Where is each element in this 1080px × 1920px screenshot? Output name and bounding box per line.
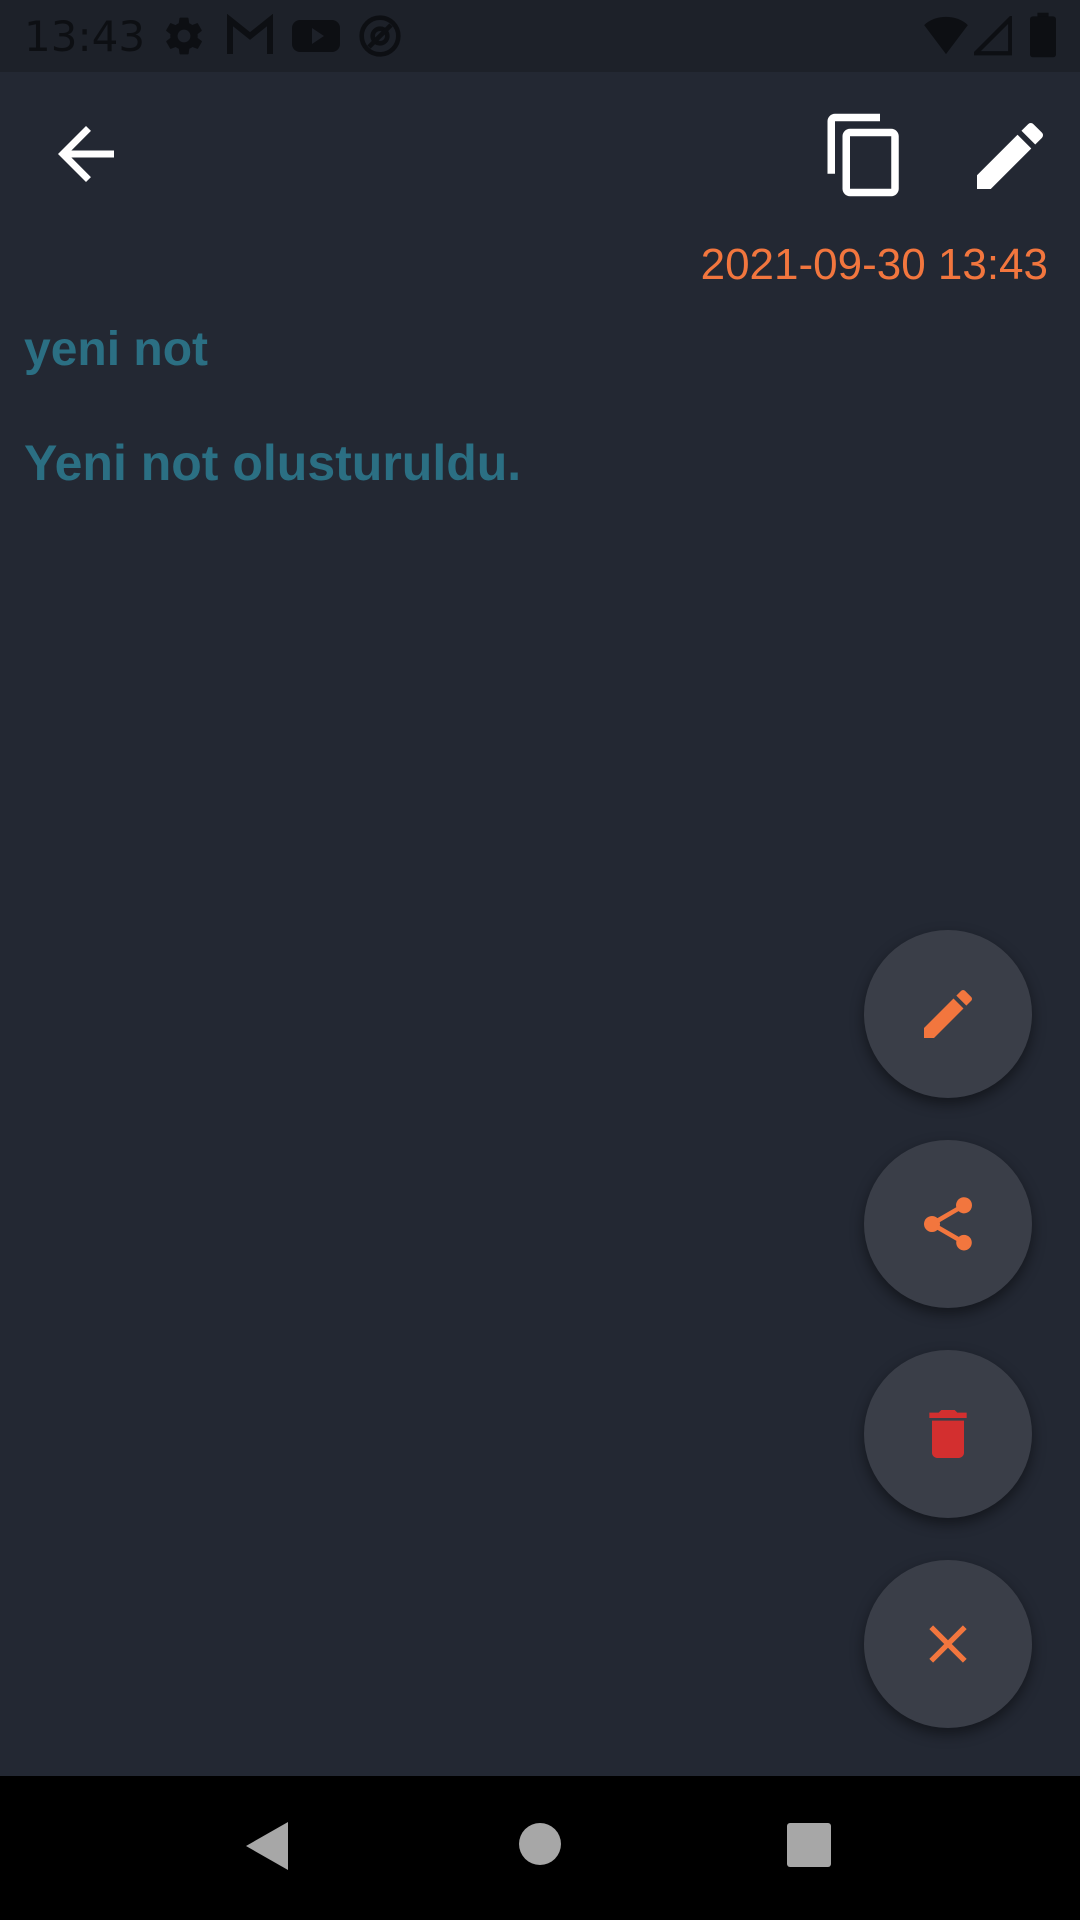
note-title: yeni not <box>24 323 209 376</box>
note-timestamp: 2021-09-30 13:43 <box>700 240 1048 289</box>
close-icon <box>929 1625 967 1663</box>
share-fab[interactable] <box>864 1140 1032 1308</box>
status-bar: 13:43 <box>0 0 1080 72</box>
share-icon <box>923 1197 973 1251</box>
arrow-left-icon <box>58 126 114 182</box>
trash-icon <box>929 1410 967 1458</box>
pencil-icon <box>977 122 1044 189</box>
note-body: Yeni not olusturuldu. <box>24 435 522 491</box>
battery-icon <box>1030 12 1056 58</box>
status-time: 13:43 <box>24 12 146 61</box>
edit-fab[interactable] <box>864 930 1032 1098</box>
delete-fab[interactable] <box>864 1350 1032 1518</box>
signal-icon <box>974 16 1012 56</box>
pencil-icon <box>924 989 973 1038</box>
nav-recents-icon[interactable] <box>786 1822 832 1868</box>
system-nav-bar <box>0 1776 1080 1920</box>
nav-back-icon[interactable] <box>244 1820 290 1872</box>
settings-icon <box>166 17 202 55</box>
edit-button[interactable] <box>966 112 1054 200</box>
copy-icon <box>827 113 899 197</box>
youtube-icon <box>292 20 340 52</box>
back-button[interactable] <box>44 112 128 196</box>
nav-home-icon[interactable] <box>518 1822 562 1866</box>
gmail-icon <box>227 14 273 54</box>
at-sign-icon <box>359 15 401 57</box>
wifi-icon <box>924 16 968 55</box>
copy-button[interactable] <box>820 110 910 200</box>
app-bar <box>0 72 1080 240</box>
close-fab[interactable] <box>864 1560 1032 1728</box>
